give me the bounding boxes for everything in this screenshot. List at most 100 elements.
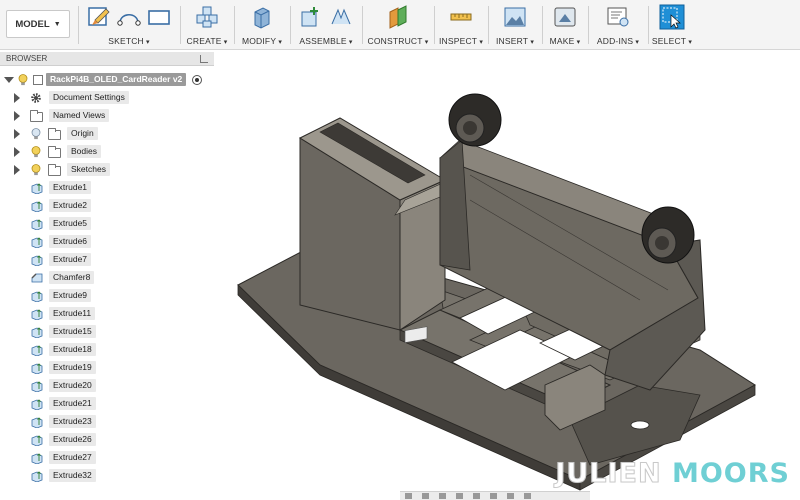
- collapse-icon[interactable]: [200, 55, 208, 63]
- expand-toggle-icon[interactable]: [14, 93, 20, 103]
- sketch-group[interactable]: SKETCH: [80, 0, 178, 50]
- watermark-first: JULIEN: [555, 458, 662, 490]
- scripts-addins-icon[interactable]: [605, 4, 631, 30]
- create-menu[interactable]: CREATE: [182, 36, 232, 46]
- fit-icon[interactable]: [473, 493, 480, 499]
- browser-folder-row[interactable]: Bodies: [0, 144, 214, 160]
- feature-label: Extrude26: [49, 433, 96, 446]
- folder-icon: [48, 128, 61, 140]
- folder-label: Origin: [67, 127, 98, 140]
- viewports-icon[interactable]: [524, 493, 531, 499]
- toolbar-divider: [78, 6, 79, 44]
- pan-icon[interactable]: [439, 493, 446, 499]
- feature-label: Extrude18: [49, 343, 96, 356]
- create-group[interactable]: CREATE: [182, 0, 232, 50]
- workspace-switcher[interactable]: MODEL ▼: [6, 10, 70, 38]
- watermark-second: MOORS: [671, 458, 790, 489]
- visibility-bulb-icon[interactable]: [18, 74, 28, 86]
- toolbar: MODEL ▼ SKETCH CREATE MODIFY ASSEMBLE: [0, 0, 800, 50]
- 3d-print-icon[interactable]: [552, 4, 578, 30]
- inspect-menu[interactable]: INSPECT: [436, 36, 486, 46]
- feature-label: Extrude2: [49, 199, 92, 212]
- select-group[interactable]: SELECT: [650, 0, 694, 50]
- add-ins-menu[interactable]: ADD-INS: [590, 36, 646, 46]
- feature-label: Extrude11: [49, 307, 96, 320]
- insert-image-icon[interactable]: [502, 4, 528, 30]
- zoom-icon[interactable]: [456, 493, 463, 499]
- document-icon: [33, 75, 43, 85]
- extrude-icon: [31, 363, 43, 374]
- expand-toggle-icon[interactable]: [14, 129, 20, 139]
- construct-menu[interactable]: CONSTRUCT: [364, 36, 432, 46]
- feature-label: Extrude21: [49, 397, 96, 410]
- expand-toggle-icon[interactable]: [14, 111, 20, 121]
- select-menu[interactable]: SELECT: [650, 36, 694, 46]
- browser-panel: BROWSER RackPi4B_OLED_CardReader v2 Docu…: [0, 52, 214, 500]
- extrude-icon: [31, 345, 43, 356]
- toolbar-divider: [234, 6, 235, 44]
- folder-icon: [48, 146, 61, 158]
- insert-group[interactable]: INSERT: [490, 0, 540, 50]
- visibility-bulb-icon[interactable]: [31, 128, 41, 140]
- modify-menu[interactable]: MODIFY: [236, 36, 288, 46]
- expand-toggle-icon[interactable]: [14, 165, 20, 175]
- select-arrow-icon[interactable]: [659, 4, 685, 30]
- visibility-bulb-icon[interactable]: [31, 146, 41, 158]
- extrude-icon: [31, 219, 43, 230]
- construct-group[interactable]: CONSTRUCT: [364, 0, 432, 50]
- feature-label: Extrude23: [49, 415, 96, 428]
- create-sketch-icon[interactable]: [86, 4, 112, 30]
- arc-icon[interactable]: [116, 4, 142, 30]
- press-pull-icon[interactable]: [249, 4, 275, 30]
- new-component-icon[interactable]: [298, 4, 324, 30]
- grid-settings-icon[interactable]: [507, 493, 514, 499]
- feature-label: Extrude20: [49, 379, 96, 392]
- measure-icon[interactable]: [448, 4, 474, 30]
- 3d-model-render[interactable]: [214, 52, 800, 500]
- extrude-icon: [31, 183, 43, 194]
- extrude-icon: [31, 309, 43, 320]
- rectangle-icon[interactable]: [146, 4, 172, 30]
- model-viewport[interactable]: [214, 52, 800, 500]
- folder-icon: [48, 164, 61, 176]
- extrude-icon: [31, 291, 43, 302]
- root-component-label: RackPi4B_OLED_CardReader v2: [46, 73, 186, 86]
- sketch-menu[interactable]: SKETCH: [80, 36, 178, 46]
- expand-toggle-icon[interactable]: [4, 77, 14, 83]
- expand-toggle-icon[interactable]: [14, 147, 20, 157]
- toolbar-divider: [648, 6, 649, 44]
- make-menu[interactable]: MAKE: [544, 36, 586, 46]
- extrude-icon: [31, 255, 43, 266]
- feature-label: Extrude32: [49, 469, 96, 482]
- look-at-icon[interactable]: [422, 493, 429, 499]
- browser-root-row[interactable]: RackPi4B_OLED_CardReader v2: [0, 72, 214, 88]
- feature-label: Extrude15: [49, 325, 96, 338]
- feature-label: Extrude5: [49, 217, 92, 230]
- assemble-group[interactable]: ASSEMBLE: [292, 0, 360, 50]
- browser-folder-row[interactable]: Document Settings: [0, 90, 214, 106]
- browser-folder-row[interactable]: Sketches: [0, 162, 214, 178]
- browser-folder-row[interactable]: Origin: [0, 126, 214, 142]
- toolbar-divider: [488, 6, 489, 44]
- folder-label: Sketches: [67, 163, 110, 176]
- joint-icon[interactable]: [328, 4, 354, 30]
- add-ins-group[interactable]: ADD-INS: [590, 0, 646, 50]
- activate-radio[interactable]: [192, 75, 202, 85]
- assemble-menu[interactable]: ASSEMBLE: [292, 36, 360, 46]
- insert-menu[interactable]: INSERT: [490, 36, 540, 46]
- make-group[interactable]: MAKE: [544, 0, 586, 50]
- toolbar-divider: [588, 6, 589, 44]
- visibility-bulb-icon[interactable]: [31, 164, 41, 176]
- create-form-icon[interactable]: [194, 4, 220, 30]
- modify-group[interactable]: MODIFY: [236, 0, 288, 50]
- feature-label: Chamfer8: [49, 271, 95, 284]
- inspect-group[interactable]: INSPECT: [436, 0, 486, 50]
- feature-label: Extrude1: [49, 181, 92, 194]
- folder-icon: [30, 110, 43, 122]
- display-settings-icon[interactable]: [490, 493, 497, 499]
- offset-plane-icon[interactable]: [385, 4, 411, 30]
- browser-folder-row[interactable]: Named Views: [0, 108, 214, 124]
- extrude-icon: [31, 471, 43, 482]
- orbit-icon[interactable]: [405, 493, 412, 499]
- chamfer-icon: [31, 273, 43, 283]
